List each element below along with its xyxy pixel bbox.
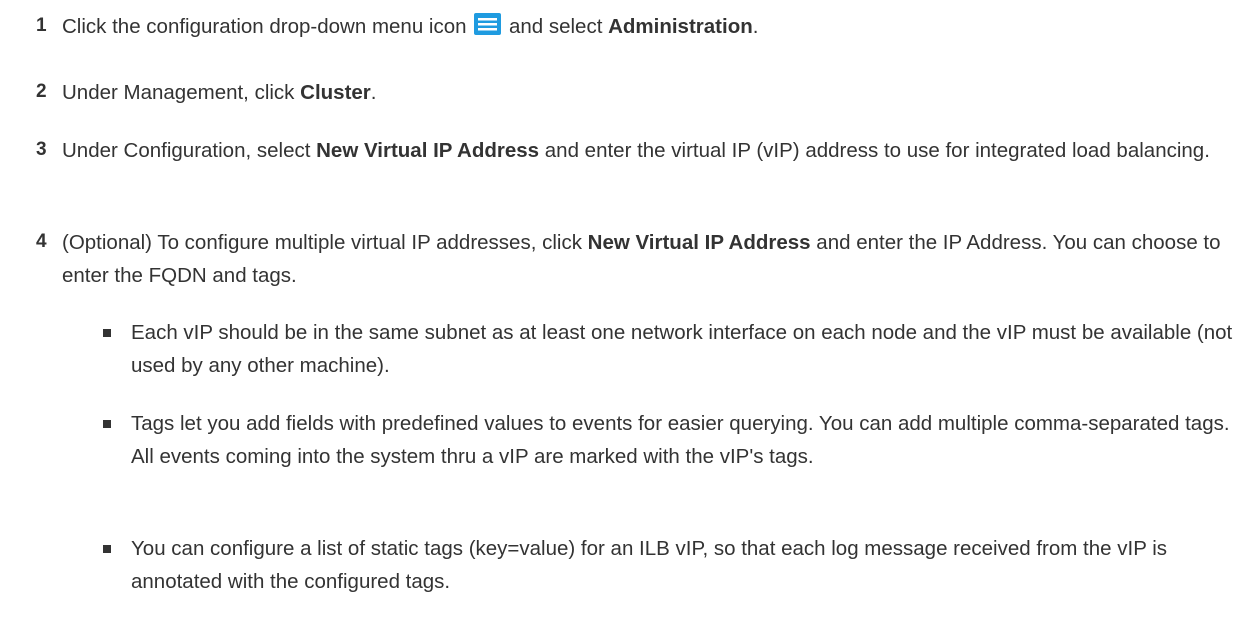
step-text-post: . [370,81,377,104]
step-text: Under Configuration, select New Virtual … [62,134,1242,167]
ui-term-new-virtual-ip-address: New Virtual IP Address [316,139,540,162]
step-number: 2 [36,81,47,102]
step-text: Click the configuration drop-down menu i… [62,10,1242,43]
step-text-post: . [752,15,759,38]
step-text-mid: and select [508,15,603,38]
bullet-text: Tags let you add fields with predefined … [131,412,1230,468]
step-text: (Optional) To configure multiple virtual… [62,226,1242,292]
bullet-marker [103,420,111,428]
bullet-text: You can configure a list of static tags … [131,537,1168,593]
ui-term-administration: Administration [608,15,753,38]
bullet-text: Each vIP should be in the same subnet as… [131,321,1233,377]
bullet-marker [103,545,111,553]
step-text-pre: (Optional) To configure multiple virtual… [62,231,582,254]
step-number: 4 [36,231,47,252]
step-text-post: and enter the virtual IP (vIP) address t… [544,139,1210,162]
menu-icon [474,13,502,35]
step-text-pre: Under Management, click [62,81,295,104]
step-number: 3 [36,139,47,160]
ui-term-cluster: Cluster [300,81,371,104]
step-text-pre: Under Configuration, select [62,139,311,162]
ui-term-new-virtual-ip-address: New Virtual IP Address [587,231,811,254]
step-text: Under Management, click Cluster. [62,76,1242,109]
bullet-marker [103,329,111,337]
step-number: 1 [36,15,47,36]
step-text-pre: Click the configuration drop-down menu i… [62,15,467,38]
